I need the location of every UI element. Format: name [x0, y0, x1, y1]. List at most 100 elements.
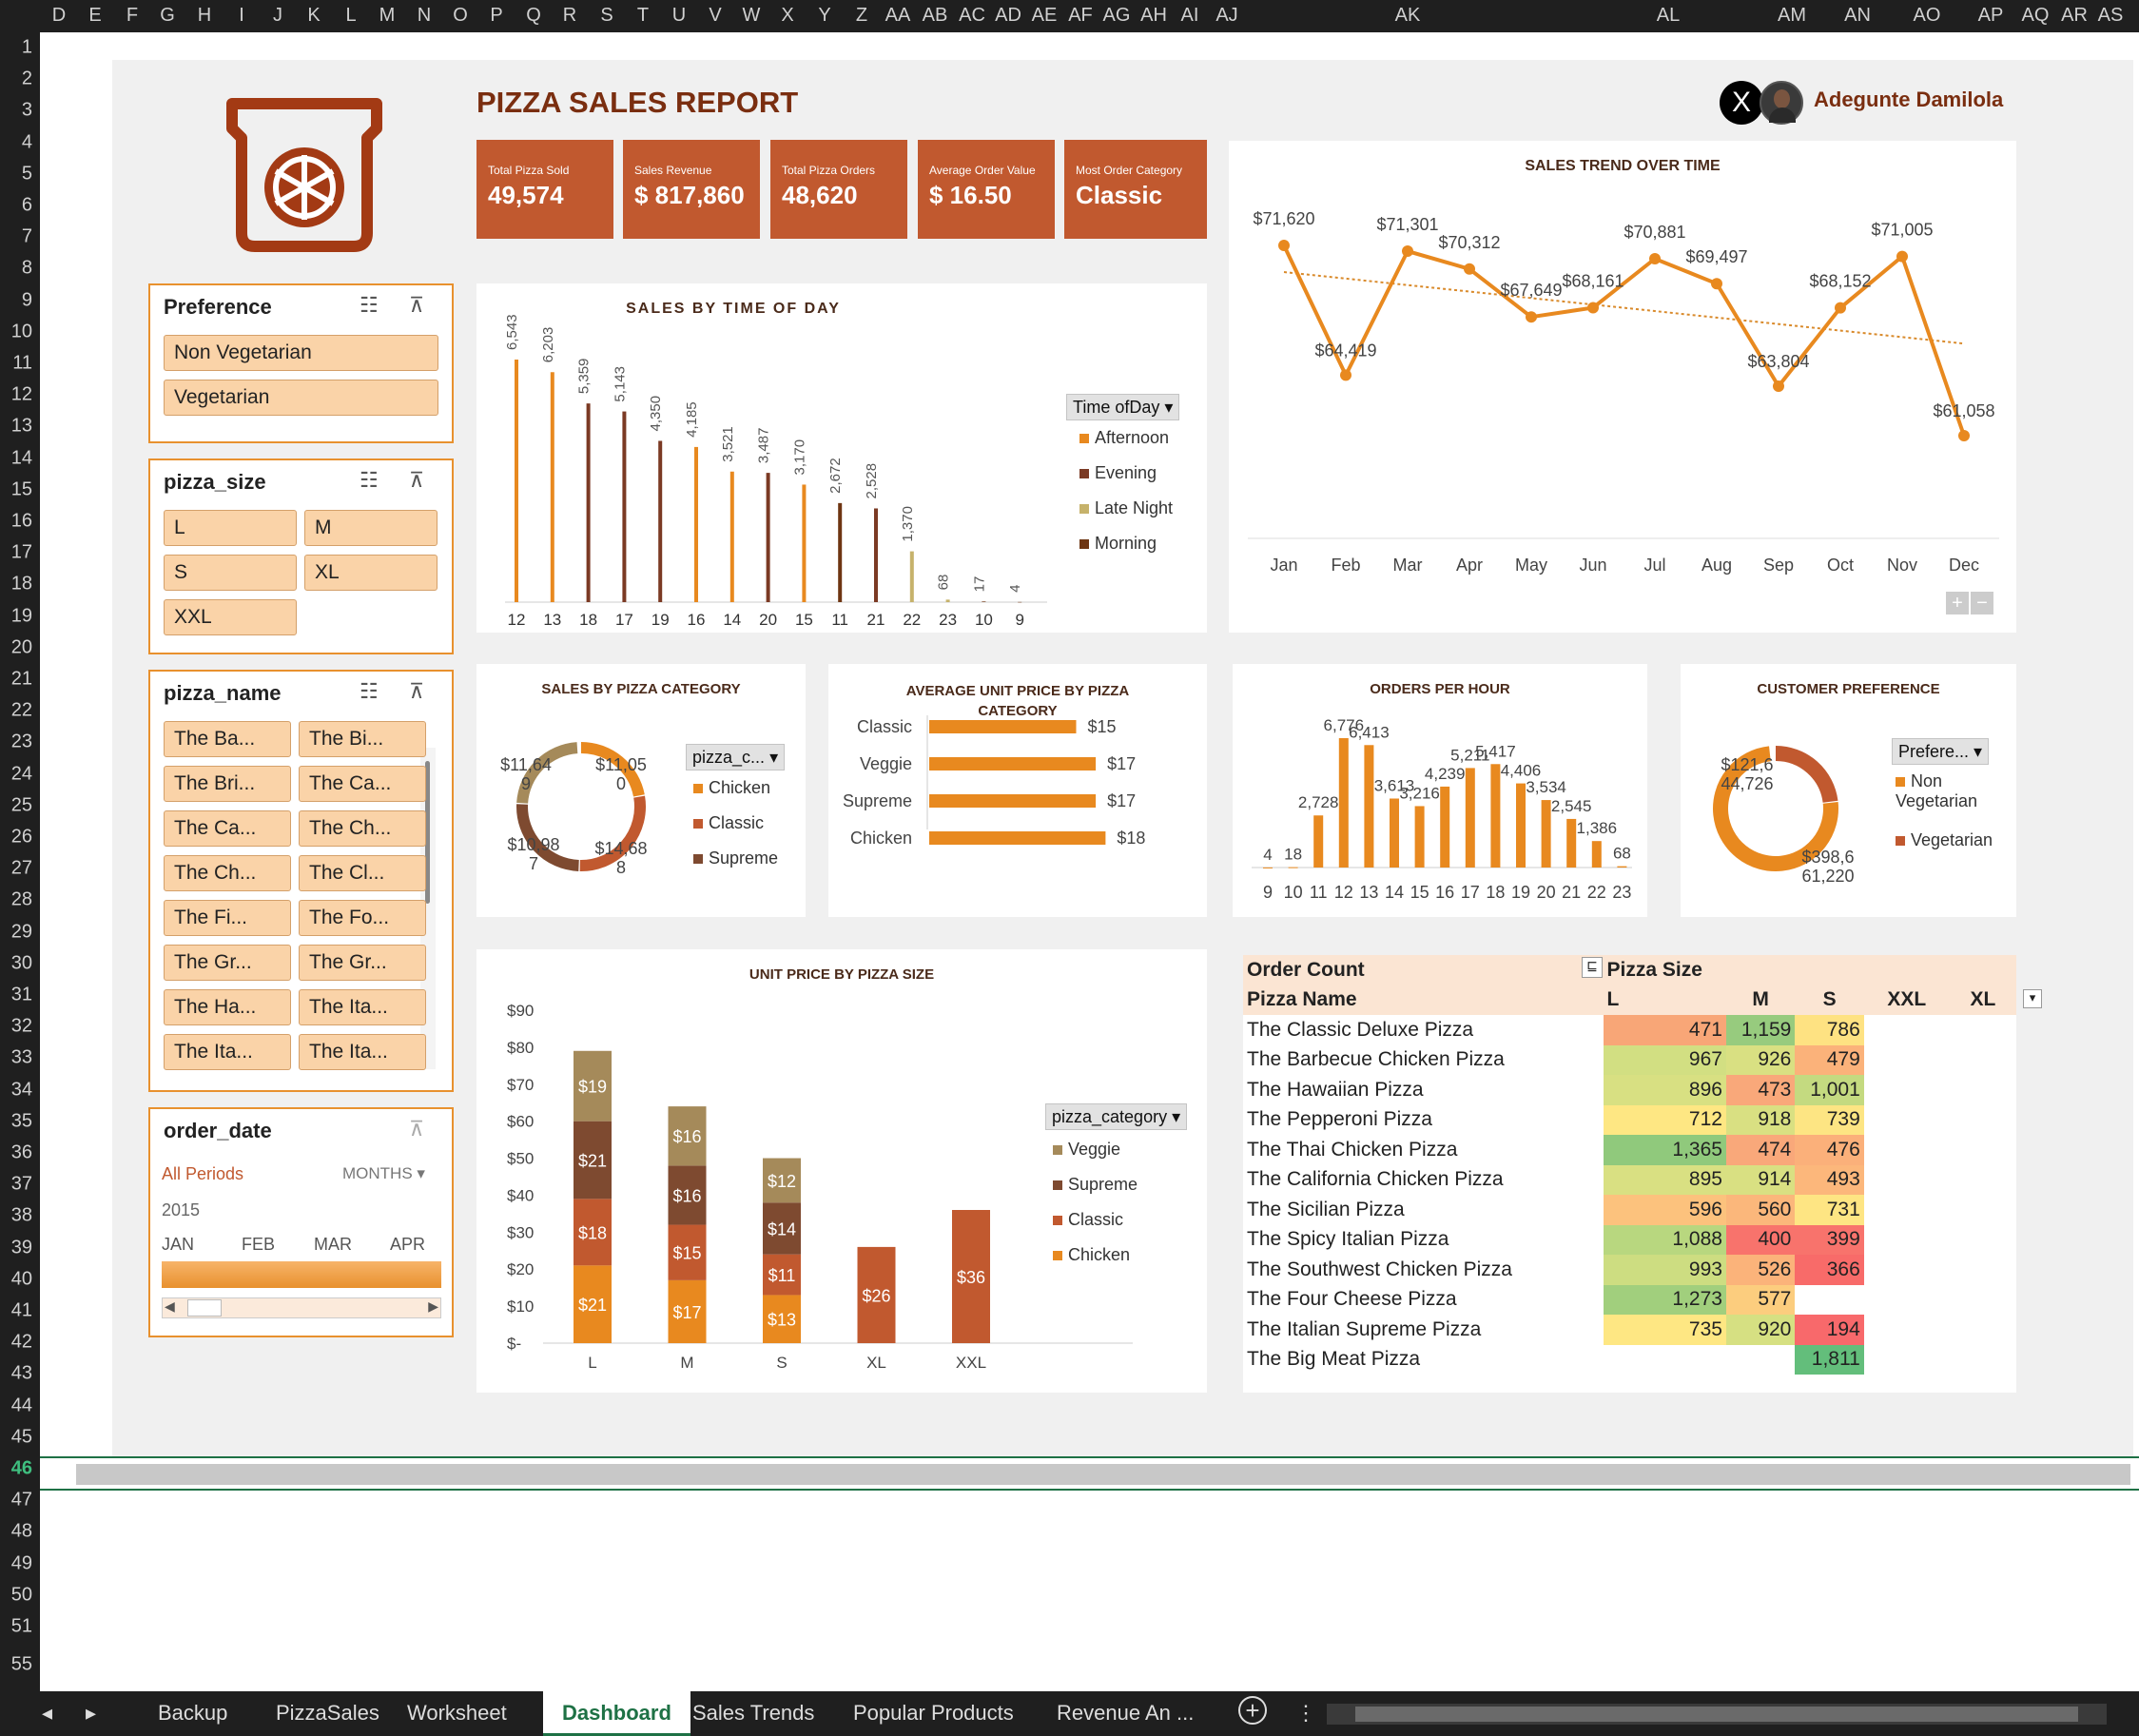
row-header-46[interactable]: 46 [11, 1458, 32, 1480]
pivot-row-label[interactable]: The Italian Supreme Pizza [1243, 1315, 1604, 1345]
row-header-28[interactable]: 28 [11, 889, 32, 911]
row-header-42[interactable]: 42 [11, 1332, 32, 1354]
column-header-ai[interactable]: AI [1181, 5, 1199, 27]
row-header-18[interactable]: 18 [11, 574, 32, 595]
row-header-10[interactable]: 10 [11, 321, 32, 342]
next-sheet-icon[interactable]: ▸ [86, 1701, 96, 1726]
pivot-header-pizza-size[interactable]: Pizza Size [1604, 955, 1864, 985]
sales-by-time-chart[interactable]: SALES BY TIME OF DAY 6,543 12 6,203 13 5,359… [476, 283, 1207, 633]
column-header-aq[interactable]: AQ [2022, 5, 2050, 27]
slicer-item-pizza-name[interactable]: The Ita... [164, 1034, 291, 1070]
column-header-s[interactable]: S [600, 5, 613, 27]
pivot-value-cell[interactable]: 400 [1725, 1224, 1796, 1255]
column-header-ac[interactable]: AC [959, 5, 985, 27]
table-row[interactable]: The Hawaiian Pizza 896 473 1,001 [1243, 1075, 2016, 1105]
column-header-ae[interactable]: AE [1032, 5, 1058, 27]
pivot-value-cell[interactable]: 914 [1725, 1164, 1796, 1195]
column-header-e[interactable]: E [88, 5, 101, 27]
pivot-value-cell[interactable]: 471 [1603, 1015, 1726, 1045]
pivot-empty-cell[interactable] [1950, 1165, 2016, 1196]
column-header-as[interactable]: AS [2098, 5, 2124, 27]
pivot-table[interactable]: Order Count Pizza Size Pizza Name L M S XXL XL T… [1243, 955, 2016, 1375]
column-header-t[interactable]: T [637, 5, 649, 27]
pivot-empty-cell[interactable] [1950, 1225, 2016, 1256]
slicer-item-pizza-name[interactable]: The Ita... [299, 1034, 426, 1070]
pivot-filter-icon[interactable]: ⊑ [1582, 957, 1603, 978]
row-header-15[interactable]: 15 [11, 478, 32, 500]
column-header-y[interactable]: Y [818, 5, 830, 27]
slicer-item-non-vegetarian[interactable]: Non Vegetarian [164, 335, 438, 371]
pivot-value-cell[interactable]: 1,088 [1603, 1224, 1726, 1255]
row-header-11[interactable]: 11 [12, 353, 32, 375]
row-header-31[interactable]: 31 [11, 985, 32, 1006]
column-header-h[interactable]: H [198, 5, 211, 27]
slicer-item-pizza-name[interactable]: The Ca... [299, 766, 426, 802]
table-row[interactable]: The Barbecue Chicken Pizza 967 926 479 [1243, 1044, 2016, 1075]
pivot-row-label[interactable]: The Southwest Chicken Pizza [1243, 1255, 1604, 1285]
row-header-35[interactable]: 35 [11, 1110, 32, 1132]
row-header-6[interactable]: 6 [22, 195, 32, 217]
column-header-k[interactable]: K [307, 5, 320, 27]
slicer-item-pizza-name[interactable]: The Ch... [164, 855, 291, 891]
orders-per-hour-chart[interactable]: ORDERS PER HOUR 4 9 18 10 2,728 11 6,776 12 6,41… [1233, 664, 1647, 917]
table-row[interactable]: The Italian Supreme Pizza 735 920 194 [1243, 1315, 2016, 1345]
row-header-29[interactable]: 29 [11, 921, 32, 943]
column-header-u[interactable]: U [672, 5, 686, 27]
slicer-item-pizza-name[interactable]: The Ha... [164, 989, 291, 1025]
preference-slicer[interactable]: Preference ☷ ⊼ Non Vegetarian Vegetarian [148, 283, 454, 443]
row-header-49[interactable]: 49 [11, 1552, 32, 1574]
slicer-item-pizza-name[interactable]: The Ch... [299, 810, 426, 847]
pivot-empty-cell[interactable] [1864, 1285, 1950, 1316]
pivot-row-label[interactable]: The Sicilian Pizza [1243, 1195, 1604, 1225]
sales-trend-chart[interactable]: SALES TREND OVER TIME $71,620 Jan $64,419 F… [1229, 141, 2016, 633]
pivot-value-cell[interactable] [1726, 1345, 1795, 1375]
row-header-27[interactable]: 27 [11, 858, 32, 880]
table-row[interactable]: The Four Cheese Pizza 1,273 577 [1243, 1284, 2016, 1316]
sheet-tab-revenue-an[interactable]: Revenue An ... [1057, 1701, 1194, 1726]
row-headers[interactable]: 1 2 3 4 5 6 7 8 9 10 11 12 13 14 15 16 17 18 19 20 21 22 23 24 2… [0, 32, 40, 1691]
month-feb[interactable]: FEB [242, 1235, 275, 1255]
row-header-16[interactable]: 16 [11, 511, 32, 533]
row-header-19[interactable]: 19 [11, 605, 32, 627]
customer-preference-chart[interactable]: CUSTOMER PREFERENCE $121,6 44,726 $398,6 61… [1681, 664, 2016, 917]
prev-sheet-icon[interactable]: ◂ [42, 1701, 52, 1726]
row-header-24[interactable]: 24 [11, 763, 32, 785]
column-header-af[interactable]: AF [1068, 5, 1093, 27]
row-header-36[interactable]: 36 [11, 1142, 32, 1164]
row-filter-icon[interactable]: ▾ [2023, 989, 2042, 1008]
pivot-column-m[interactable]: M [1726, 985, 1795, 1016]
row-header-21[interactable]: 21 [11, 669, 32, 691]
month-apr[interactable]: APR [390, 1235, 425, 1255]
slicer-item-pizza-name[interactable]: The Bi... [299, 721, 426, 757]
pivot-empty-cell[interactable] [1950, 1015, 2016, 1045]
row-header-12[interactable]: 12 [11, 384, 32, 406]
pivot-row-label[interactable]: The Thai Chicken Pizza [1243, 1135, 1604, 1165]
pivot-value-cell[interactable]: 1,001 [1795, 1075, 1864, 1105]
pivot-empty-cell[interactable] [1950, 1135, 2016, 1165]
pivot-row-label[interactable]: The Hawaiian Pizza [1243, 1075, 1604, 1105]
column-header-v[interactable]: V [709, 5, 721, 27]
pivot-value-cell[interactable]: 479 [1795, 1044, 1864, 1075]
pivot-row-label[interactable]: The Classic Deluxe Pizza [1243, 1015, 1604, 1045]
column-header-j[interactable]: J [273, 5, 282, 27]
pivot-value-cell[interactable]: 895 [1603, 1164, 1726, 1195]
pivot-value-cell[interactable]: 920 [1725, 1315, 1796, 1345]
multi-select-icon[interactable]: ☷ [360, 679, 379, 704]
pivot-row-label[interactable]: The California Chicken Pizza [1243, 1165, 1604, 1196]
pivot-value-cell[interactable]: 786 [1795, 1015, 1864, 1045]
more-options-icon[interactable]: ⋮ [1295, 1701, 1316, 1726]
sheet-tab-worksheet[interactable]: Worksheet [407, 1701, 507, 1726]
sheet-tab-pizzasales[interactable]: PizzaSales [276, 1701, 379, 1726]
row-header-44[interactable]: 44 [11, 1395, 32, 1416]
column-header-an[interactable]: AN [1844, 5, 1871, 27]
pizza-size-slicer[interactable]: pizza_size ☷ ⊼ L M S XL XXL [148, 458, 454, 654]
slicer-item-pizza-name[interactable]: The Gr... [164, 945, 291, 981]
pivot-value-cell[interactable]: 731 [1795, 1195, 1864, 1225]
pivot-empty-cell[interactable] [1950, 1195, 2016, 1225]
column-header-am[interactable]: AM [1778, 5, 1806, 27]
column-headers[interactable]: D E F G H I J K L M N O P Q R S T U V W X Y Z AA AB AC AD AE AF AG AH A… [0, 0, 2139, 32]
row-header-50[interactable]: 50 [11, 1584, 32, 1606]
add-sheet-icon[interactable]: + [1238, 1696, 1267, 1725]
row-header-13[interactable]: 13 [11, 416, 32, 438]
column-header-p[interactable]: P [490, 5, 502, 27]
